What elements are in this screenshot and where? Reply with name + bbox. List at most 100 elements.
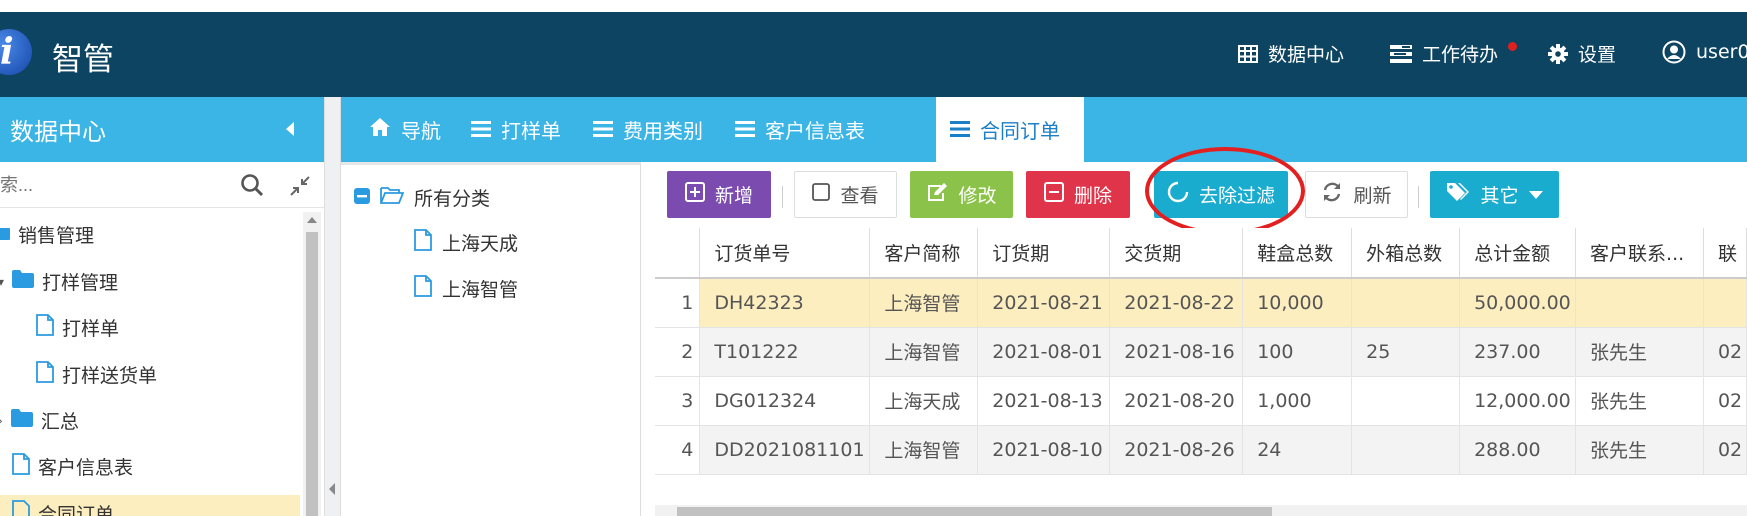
tree-item-sales[interactable]: 销售管理 xyxy=(0,221,94,248)
row-number: 1 xyxy=(655,278,701,328)
view-button[interactable]: 查看 xyxy=(794,171,897,218)
delete-button[interactable]: 删除 xyxy=(1026,171,1130,218)
cell-carton-total[interactable] xyxy=(1351,425,1461,475)
other-dropdown-button[interactable]: 其它 xyxy=(1430,171,1559,218)
header-user[interactable]: user0 xyxy=(1662,40,1747,64)
column-header[interactable]: 订货期 xyxy=(977,228,1111,279)
cell-customer[interactable]: 上海智管 xyxy=(869,327,979,377)
app-logo[interactable]: i xyxy=(0,29,32,75)
cell-shoebox-total[interactable]: 100 xyxy=(1242,327,1353,377)
tree-item-customer-info[interactable]: 客户信息表 xyxy=(12,453,133,480)
category-item[interactable]: 上海天成 xyxy=(414,229,518,256)
cell-amount[interactable]: 12,000.00 xyxy=(1459,376,1577,426)
sidebar-header: 数据中心 xyxy=(0,97,324,162)
cell-order-date[interactable]: 2021-08-21 xyxy=(977,278,1111,328)
cell-shoebox-total[interactable]: 1,000 xyxy=(1242,376,1353,426)
row-number-header xyxy=(655,228,701,279)
cell-order-no[interactable]: DH42323 xyxy=(699,278,871,328)
cell-phone[interactable]: 02 xyxy=(1703,327,1747,377)
header-data-center[interactable]: 数据中心 xyxy=(1238,40,1344,67)
cell-order-date[interactable]: 2021-08-10 xyxy=(977,425,1111,475)
tab-customer-info[interactable]: 客户信息表 xyxy=(721,97,879,162)
tab-contract-order[interactable]: 合同订单 xyxy=(936,97,1084,162)
column-header[interactable]: 外箱总数 xyxy=(1351,228,1461,279)
header-tasks[interactable]: 工作待办 xyxy=(1390,40,1498,67)
notification-dot xyxy=(1508,42,1517,51)
cell-delivery-date[interactable]: 2021-08-22 xyxy=(1109,278,1244,328)
table-row[interactable]: 4 DD2021081101 上海智管 2021-08-10 2021-08-2… xyxy=(655,425,1747,475)
header-item-label: 数据中心 xyxy=(1268,44,1345,66)
search-icon[interactable] xyxy=(240,173,264,202)
cell-customer[interactable]: 上海智管 xyxy=(869,425,979,475)
cell-shoebox-total[interactable]: 10,000 xyxy=(1242,278,1353,328)
cell-phone[interactable] xyxy=(1703,278,1747,328)
column-header[interactable]: 客户联系... xyxy=(1575,228,1704,279)
cell-contact[interactable]: 张先生 xyxy=(1575,376,1704,426)
compress-icon[interactable] xyxy=(289,175,311,202)
table-row[interactable]: 2 T101222 上海智管 2021-08-01 2021-08-16 100… xyxy=(655,327,1747,377)
tree-item-sample-delivery[interactable]: 打样送货单 xyxy=(36,361,157,388)
category-root[interactable]: 所有分类 xyxy=(354,184,490,211)
cell-order-date[interactable]: 2021-08-01 xyxy=(977,327,1111,377)
table-row[interactable]: 1 DH42323 上海智管 2021-08-21 2021-08-22 10,… xyxy=(655,278,1747,328)
tree-item-contract-order[interactable]: 合同订单 xyxy=(12,500,114,516)
tab-navigation[interactable]: 导航 xyxy=(355,97,455,162)
cell-amount[interactable]: 288.00 xyxy=(1459,425,1577,475)
tab-sample-order[interactable]: 打样单 xyxy=(457,97,575,162)
tree-item-sample-order[interactable]: 打样单 xyxy=(36,314,119,341)
refresh-button[interactable]: 刷新 xyxy=(1305,171,1408,218)
edit-button[interactable]: 修改 xyxy=(910,171,1013,218)
tree-item-summary[interactable]: › 汇总 xyxy=(0,407,79,434)
cell-carton-total[interactable] xyxy=(1351,278,1461,328)
grid-scroll-thumb[interactable] xyxy=(677,507,1272,516)
cell-amount[interactable]: 50,000.00 xyxy=(1459,278,1577,328)
collapse-minus-icon[interactable] xyxy=(354,187,370,209)
scroll-up-icon[interactable] xyxy=(307,217,317,223)
list-icon xyxy=(735,118,755,142)
cell-phone[interactable]: 02 xyxy=(1703,376,1747,426)
cell-carton-total[interactable] xyxy=(1351,376,1461,426)
cell-carton-total[interactable]: 25 xyxy=(1351,327,1461,377)
column-header[interactable]: 鞋盒总数 xyxy=(1242,228,1353,279)
cell-order-no[interactable]: DG012324 xyxy=(699,376,871,426)
sidebar: 数据中心 销售管理 ▾ 打样管理 打样单 打样送货单 › 汇总 客户信息表 xyxy=(0,97,325,516)
cell-contact[interactable]: 张先生 xyxy=(1575,425,1704,475)
cell-shoebox-total[interactable]: 24 xyxy=(1242,425,1353,475)
column-header[interactable]: 联 xyxy=(1703,228,1747,279)
panel-splitter[interactable] xyxy=(325,97,341,516)
minus-square-icon xyxy=(1043,182,1064,207)
cell-order-no[interactable]: T101222 xyxy=(699,327,871,377)
sidebar-scroll-thumb[interactable] xyxy=(306,232,318,516)
cell-order-no[interactable]: DD2021081101 xyxy=(699,425,871,475)
cell-customer[interactable]: 上海天成 xyxy=(869,376,979,426)
column-header[interactable]: 订货单号 xyxy=(699,228,871,279)
collapse-left-icon[interactable] xyxy=(286,122,294,136)
sidebar-title: 数据中心 xyxy=(10,118,106,146)
collapse-arrow-icon[interactable] xyxy=(329,483,335,495)
sidebar-scrollbar[interactable] xyxy=(303,212,321,516)
search-input[interactable] xyxy=(0,170,230,200)
tree-item-sample-mgmt[interactable]: ▾ 打样管理 xyxy=(0,268,118,295)
cell-order-date[interactable]: 2021-08-13 xyxy=(977,376,1111,426)
sidebar-search xyxy=(0,162,324,208)
column-header[interactable]: 交货期 xyxy=(1109,228,1244,279)
cell-contact[interactable]: 张先生 xyxy=(1575,327,1704,377)
cell-contact[interactable] xyxy=(1575,278,1704,328)
table-row[interactable]: 3 DG012324 上海天成 2021-08-13 2021-08-20 1,… xyxy=(655,376,1747,426)
header-settings[interactable]: 设置 xyxy=(1548,40,1616,67)
tab-expense-category[interactable]: 费用类别 xyxy=(579,97,717,162)
folder-icon xyxy=(10,409,33,432)
add-button[interactable]: 新增 xyxy=(667,171,771,218)
cell-phone[interactable]: 02 xyxy=(1703,425,1747,475)
grid-horizontal-scrollbar[interactable] xyxy=(655,505,1747,516)
cell-amount[interactable]: 237.00 xyxy=(1459,327,1577,377)
folder-open-icon xyxy=(380,186,405,209)
column-header[interactable]: 客户简称 xyxy=(869,228,979,279)
cell-delivery-date[interactable]: 2021-08-16 xyxy=(1109,327,1244,377)
cell-delivery-date[interactable]: 2021-08-20 xyxy=(1109,376,1244,426)
tasks-icon xyxy=(1390,44,1412,63)
cell-customer[interactable]: 上海智管 xyxy=(869,278,979,328)
column-header[interactable]: 总计金额 xyxy=(1459,228,1577,279)
category-item[interactable]: 上海智管 xyxy=(414,275,518,302)
cell-delivery-date[interactable]: 2021-08-26 xyxy=(1109,425,1244,475)
